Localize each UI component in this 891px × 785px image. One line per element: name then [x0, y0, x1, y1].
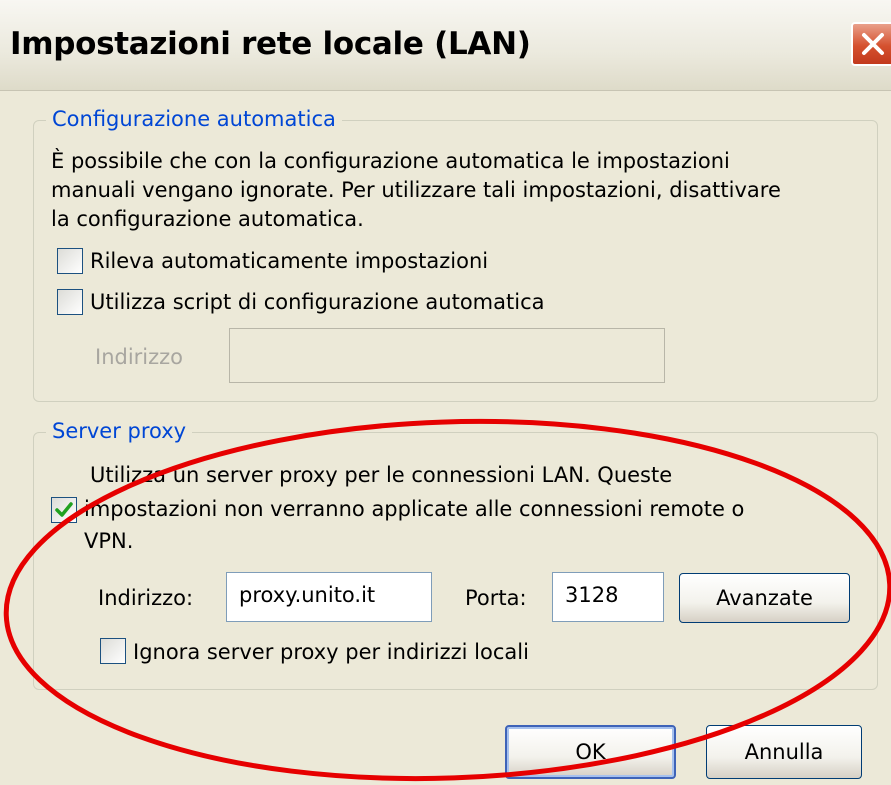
- detect-settings-label[interactable]: Rileva automaticamente impostazioni: [90, 246, 488, 276]
- use-proxy-line-1[interactable]: Utilizza un server proxy per le connessi…: [90, 460, 672, 490]
- auto-config-description-line-1: È possibile che con la configurazione au…: [51, 149, 730, 173]
- cancel-button[interactable]: Annulla: [706, 725, 862, 779]
- title-bar: Impostazioni rete locale (LAN): [0, 0, 891, 91]
- use-proxy-line-2[interactable]: impostazioni non verranno applicate alle…: [84, 494, 744, 524]
- proxy-port-label: Porta:: [465, 586, 527, 610]
- close-button[interactable]: [851, 22, 891, 66]
- bypass-local-label[interactable]: Ignora server proxy per indirizzi locali: [133, 637, 529, 667]
- close-icon: [862, 33, 884, 55]
- check-icon: [55, 502, 73, 517]
- auto-config-description-line-2: manuali vengano ignorate. Per utilizzare…: [51, 178, 781, 202]
- script-address-input[interactable]: [229, 328, 665, 383]
- lan-settings-dialog: Impostazioni rete locale (LAN) Configura…: [0, 0, 891, 785]
- use-config-script-checkbox[interactable]: [57, 289, 83, 315]
- script-address-label: Indirizzo: [95, 345, 184, 369]
- use-proxy-line-3[interactable]: VPN.: [84, 526, 133, 556]
- window-title: Impostazioni rete locale (LAN): [10, 26, 531, 62]
- proxy-address-input[interactable]: proxy.unito.it: [226, 572, 432, 622]
- detect-settings-checkbox[interactable]: [57, 248, 83, 274]
- use-config-script-label[interactable]: Utilizza script di configurazione automa…: [90, 287, 544, 317]
- proxy-port-input[interactable]: 3128: [552, 572, 664, 622]
- bypass-local-checkbox[interactable]: [100, 638, 126, 664]
- ok-button[interactable]: OK: [505, 725, 676, 779]
- automatic-configuration-legend: Configurazione automatica: [46, 107, 342, 131]
- advanced-button[interactable]: Avanzate: [679, 573, 850, 623]
- proxy-server-legend: Server proxy: [46, 419, 193, 443]
- proxy-address-label: Indirizzo:: [98, 586, 194, 610]
- use-proxy-checkbox[interactable]: [51, 497, 77, 523]
- auto-config-description-line-3: la configurazione automatica.: [51, 207, 364, 231]
